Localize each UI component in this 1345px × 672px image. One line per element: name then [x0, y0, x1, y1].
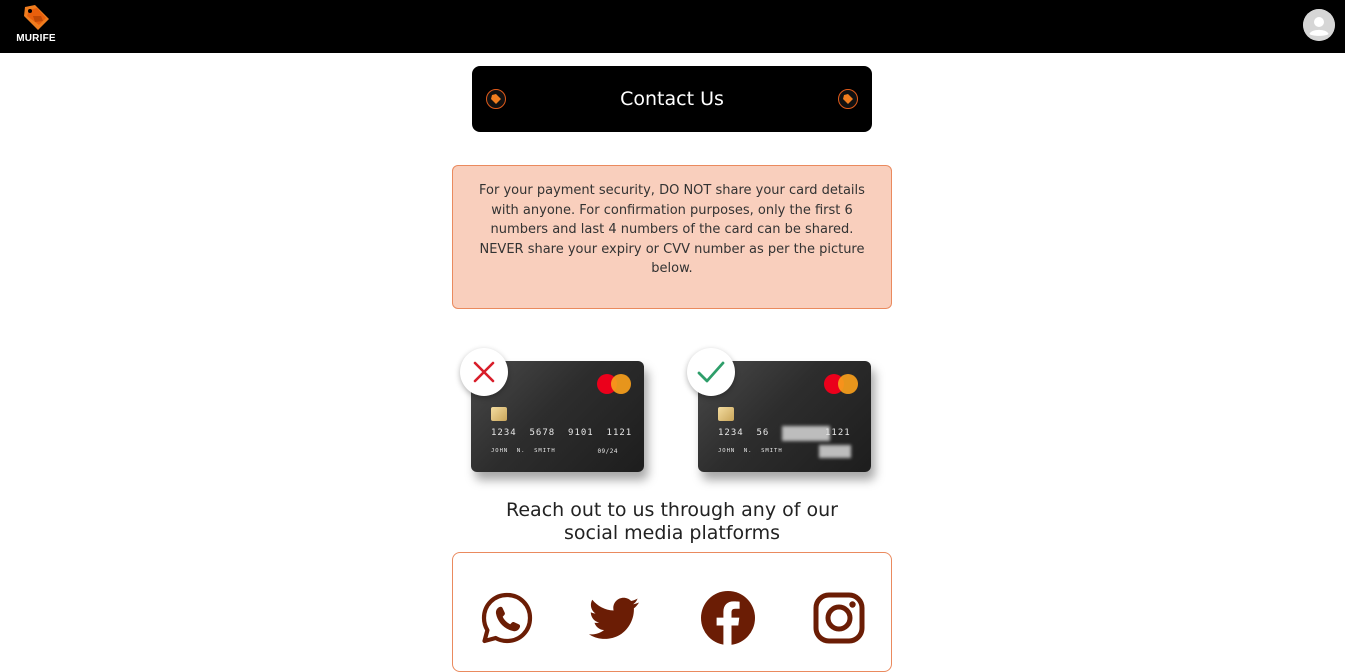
payment-security-notice: For your payment security, DO NOT share … [452, 165, 892, 309]
card-number: 1234 5678 9101 1121 [491, 428, 633, 438]
notice-text: For your payment security, DO NOT share … [479, 183, 865, 276]
twitter-icon[interactable] [586, 590, 642, 646]
card-number-start: 1234 56 [718, 428, 770, 438]
contact-us-banner: Contact Us [472, 66, 872, 132]
brand-name: MURIFE [16, 33, 56, 44]
card-chip-icon [491, 407, 507, 421]
top-navbar: MURIFE [0, 0, 1345, 53]
check-icon [687, 348, 735, 396]
social-media-panel [452, 552, 892, 672]
blurred-expiry [819, 445, 851, 458]
mastercard-icon [824, 374, 858, 394]
cross-icon [460, 348, 508, 396]
card-chip-icon [718, 407, 734, 421]
mini-logo-icon [486, 89, 506, 109]
page-title: Contact Us [620, 88, 724, 110]
card-example-bad: 1234 5678 9101 1121 JOHN N. SMITH 09/24 [460, 348, 660, 488]
mini-logo-icon [838, 89, 858, 109]
facebook-icon[interactable] [700, 590, 756, 646]
social-heading: Reach out to us through any of our socia… [506, 499, 838, 544]
price-tag-icon [24, 5, 49, 30]
user-avatar-icon[interactable] [1303, 9, 1335, 41]
brand-logo[interactable]: MURIFE [14, 4, 58, 48]
card-expiry: 09/24 [597, 448, 618, 455]
card-holder-name: JOHN N. SMITH [491, 448, 556, 454]
card-holder-name: JOHN N. SMITH [718, 448, 783, 454]
card-example-good: 1234 56 1121 JOHN N. SMITH [687, 348, 887, 488]
instagram-icon[interactable] [811, 590, 867, 646]
whatsapp-icon[interactable] [479, 590, 535, 646]
mastercard-icon [597, 374, 631, 394]
blurred-digits [782, 426, 830, 441]
card-number-end: 1121 [825, 428, 851, 438]
